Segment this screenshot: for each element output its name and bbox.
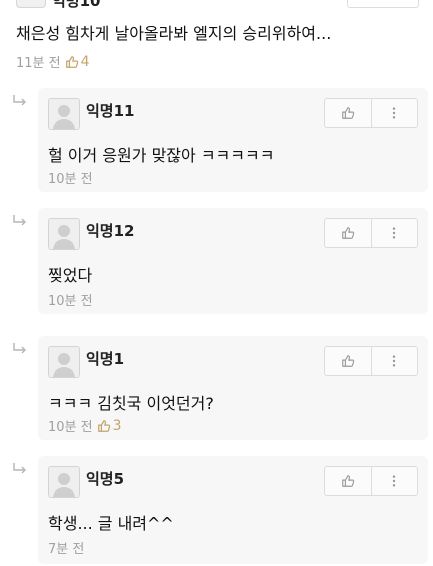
- comment-meta: 10분 전: [48, 168, 93, 187]
- comment-action-buttons[interactable]: [347, 0, 419, 8]
- comment-meta: 11분 전 4: [16, 52, 90, 72]
- comment-text: ㅋㅋㅋ 김칫국 이엇던거?: [48, 394, 214, 413]
- avatar: [48, 218, 80, 250]
- comment-action-buttons: [324, 466, 418, 496]
- reply-comment: 익명11 헐 이거 응원가 맞잖아 ㅋㅋㅋㅋㅋ 10분 전: [0, 88, 433, 198]
- more-button[interactable]: [370, 99, 418, 127]
- like-button[interactable]: [325, 467, 371, 495]
- reply-comment: 익명12 찢었다 10분 전: [0, 206, 433, 318]
- comment-action-buttons: [324, 98, 418, 128]
- reply-bubble: 익명12 찢었다 10분 전: [38, 208, 428, 314]
- comment-nickname: 익명11: [86, 102, 135, 120]
- more-vertical-icon: [393, 475, 396, 487]
- comment-time: 7분 전: [48, 542, 85, 557]
- thumbs-up-icon: [341, 475, 354, 487]
- reply-arrow-icon: [13, 463, 26, 474]
- comment-nickname: 익명5: [86, 470, 125, 488]
- comment-text: 찢었다: [48, 266, 93, 285]
- reply-arrow-icon: [13, 95, 26, 106]
- comment-text: 헐 이거 응원가 맞잖아 ㅋㅋㅋㅋㅋ: [48, 146, 275, 165]
- more-vertical-icon: [393, 355, 396, 367]
- thumbs-up-icon: [341, 227, 354, 239]
- comment-action-buttons: [324, 346, 418, 376]
- reply-arrow-icon: [13, 343, 26, 354]
- default-avatar-icon: [49, 347, 79, 377]
- comment-nickname: 익명10: [52, 0, 101, 10]
- like-count-indicator: 3: [97, 418, 122, 434]
- comment-meta: 10분 전: [48, 290, 93, 309]
- like-count-indicator: 4: [65, 54, 90, 70]
- reply-bubble: 익명11 헐 이거 응원가 맞잖아 ㅋㅋㅋㅋㅋ 10분 전: [38, 88, 428, 192]
- comment-action-buttons: [324, 218, 418, 248]
- reply-comment: 익명1 ㅋㅋㅋ 김칫국 이엇던거? 10분 전 3: [0, 334, 433, 446]
- avatar: [48, 98, 80, 130]
- more-button[interactable]: [370, 347, 418, 375]
- avatar: [48, 466, 80, 498]
- comment-text: 학생... 글 내려^^: [48, 514, 174, 533]
- like-count: 4: [80, 53, 90, 70]
- thumbs-up-icon: [341, 107, 354, 119]
- reply-bubble: 익명1 ㅋㅋㅋ 김칫국 이엇던거? 10분 전 3: [38, 336, 428, 440]
- more-vertical-icon: [393, 107, 396, 119]
- comment-meta: 7분 전: [48, 538, 84, 557]
- reply-comment: 익명5 학생... 글 내려^^ 7분 전: [0, 452, 433, 566]
- reply-arrow-icon: [13, 215, 26, 226]
- thumbs-up-icon: [341, 355, 354, 367]
- default-avatar-icon: [49, 219, 79, 249]
- comment-time: 10분 전: [48, 294, 93, 309]
- avatar: [16, 0, 46, 8]
- like-button[interactable]: [325, 99, 371, 127]
- comment-time: 10분 전: [48, 172, 93, 187]
- more-button[interactable]: [370, 467, 418, 495]
- more-button[interactable]: [370, 219, 418, 247]
- more-vertical-icon: [393, 227, 396, 239]
- like-count: 3: [112, 417, 122, 434]
- avatar: [48, 346, 80, 378]
- parent-comment: 익명10 채은성 힘차게 날아올라봐 엘지의 승리위하여... 11분 전 4: [0, 0, 433, 80]
- like-button[interactable]: [325, 219, 371, 247]
- comment-nickname: 익명1: [86, 350, 125, 368]
- comment-text: 채은성 힘차게 날아올라봐 엘지의 승리위하여...: [16, 24, 332, 43]
- reply-bubble: 익명5 학생... 글 내려^^ 7분 전: [38, 456, 428, 564]
- comment-time: 10분 전: [48, 420, 93, 435]
- thumbs-up-icon: [97, 419, 110, 432]
- comment-nickname: 익명12: [86, 222, 135, 240]
- comment-meta: 10분 전 3: [48, 416, 122, 436]
- like-button[interactable]: [325, 347, 371, 375]
- thumbs-up-icon: [65, 55, 78, 68]
- default-avatar-icon: [49, 467, 79, 497]
- default-avatar-icon: [49, 99, 79, 129]
- comment-time: 11분 전: [16, 56, 61, 71]
